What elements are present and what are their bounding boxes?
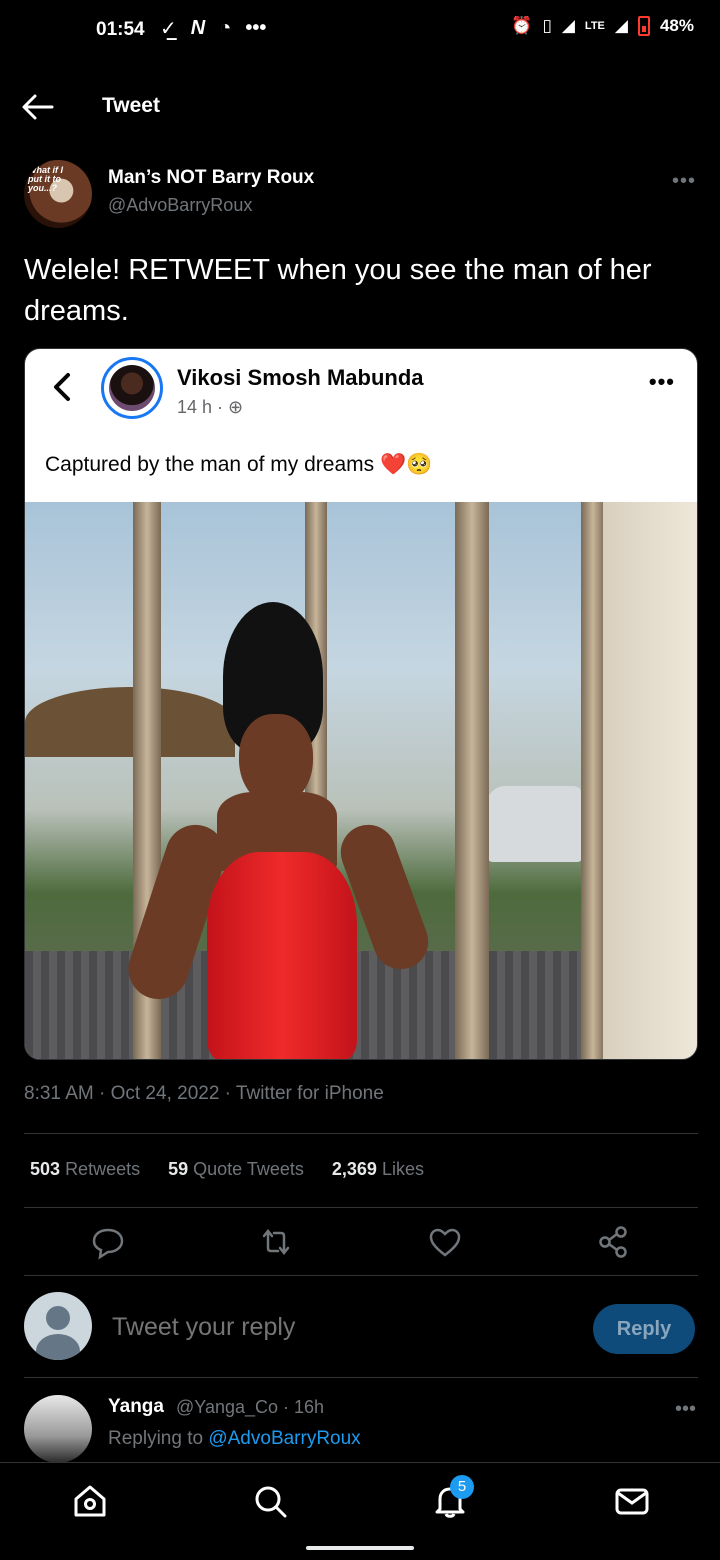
- card-avatar: [101, 357, 163, 419]
- status-time: 01:54: [96, 19, 145, 40]
- status-notification-icons: ✓̲ N ◔ •••: [160, 16, 266, 41]
- white-wall: [603, 502, 697, 1059]
- lte-label: LTE: [584, 20, 605, 32]
- signal-icon-2: ◢: [614, 16, 628, 35]
- reply-author-handle: @Yanga_Co · 16h: [176, 1397, 325, 1417]
- heart-pleading-emoji: ❤️🥺: [380, 453, 433, 476]
- door-frame: [581, 502, 605, 1059]
- divider: [24, 1275, 698, 1276]
- more-dots-icon: •••: [245, 17, 267, 39]
- notifications-badge: 5: [450, 1475, 474, 1499]
- vibrate-icon: ▯: [542, 16, 552, 35]
- tweet-timestamp: 8:31 AM · Oct 24, 2022 · Twitter for iPh…: [24, 1083, 384, 1104]
- globe-icon: ⊕: [228, 397, 244, 417]
- replying-to-handle[interactable]: @AdvoBarryRoux: [208, 1428, 360, 1449]
- battery-icon: [637, 16, 650, 36]
- likes-stat[interactable]: 2,369 Likes: [332, 1159, 424, 1180]
- search-icon[interactable]: [250, 1481, 290, 1521]
- reply-button[interactable]: Reply: [593, 1304, 695, 1354]
- reply-author-name[interactable]: Yanga: [108, 1396, 164, 1418]
- more-options-icon[interactable]: •••: [672, 170, 696, 193]
- car: [487, 786, 583, 862]
- card-more-icon: •••: [648, 369, 675, 394]
- messages-icon[interactable]: [612, 1481, 652, 1521]
- tweet-actions: [0, 1222, 720, 1262]
- card-author-name: Vikosi Smosh Mabunda: [177, 365, 424, 390]
- divider: [24, 1133, 698, 1134]
- reply-input[interactable]: [112, 1313, 552, 1342]
- check-icon: ✓̲: [160, 18, 177, 40]
- author-avatar[interactable]: What if I put it to you...?: [24, 160, 92, 228]
- author-handle[interactable]: @AdvoBarryRoux: [108, 195, 252, 216]
- chat-icon: ◔: [219, 17, 232, 39]
- tweet-text: Welele! RETWEET when you see the man of …: [24, 254, 652, 327]
- retweets-stat[interactable]: 503 Retweets: [30, 1159, 140, 1180]
- replying-prefix: Replying to: [108, 1428, 204, 1449]
- avatar-caption: What if I put it to you...?: [28, 165, 63, 193]
- page-title: Tweet: [102, 94, 160, 117]
- reply-icon[interactable]: [88, 1222, 128, 1262]
- retweet-icon[interactable]: [256, 1222, 296, 1262]
- status-system-icons: ⏰ ▯ ◢ LTE ◢ 48%: [511, 16, 694, 36]
- battery-percent: 48%: [659, 16, 694, 35]
- woman-in-red-dress: [120, 602, 436, 1059]
- embedded-screenshot-card[interactable]: Vikosi Smosh Mabunda 14 h · ⊕ ••• Captur…: [24, 348, 698, 1060]
- card-back-icon: [54, 373, 70, 401]
- home-indicator[interactable]: [306, 1546, 414, 1550]
- reply-more-icon[interactable]: •••: [675, 1398, 696, 1421]
- author-name[interactable]: Man’s NOT Barry Roux: [108, 167, 314, 189]
- replying-to: Replying to @AdvoBarryRoux: [108, 1428, 361, 1450]
- n-icon: N: [190, 17, 206, 39]
- share-icon[interactable]: [593, 1222, 633, 1262]
- alarm-icon: ⏰: [511, 16, 533, 35]
- back-arrow-icon[interactable]: [20, 92, 54, 122]
- divider: [24, 1377, 698, 1378]
- quotes-stat[interactable]: 59 Quote Tweets: [168, 1159, 304, 1180]
- divider: [24, 1207, 698, 1208]
- card-caption: Captured by the man of my dreams ❤️🥺: [45, 453, 432, 477]
- top-header: Tweet: [0, 80, 720, 134]
- home-icon[interactable]: [70, 1481, 110, 1521]
- like-icon[interactable]: [425, 1222, 465, 1262]
- card-post-time: 14 h · ⊕: [177, 397, 243, 418]
- door-frame: [455, 502, 489, 1059]
- user-avatar: [24, 1292, 92, 1360]
- card-caption-text: Captured by the man of my dreams: [45, 453, 375, 476]
- author-name-text: Man’s NOT Barry Roux: [108, 167, 315, 188]
- post-photo: [25, 502, 697, 1059]
- status-bar: 01:54 ✓̲ N ◔ ••• ⏰ ▯ ◢ LTE ◢ 48%: [0, 0, 720, 60]
- tweet-stats: 503 Retweets 59 Quote Tweets 2,369 Likes: [30, 1159, 424, 1180]
- reply-author-avatar[interactable]: [24, 1395, 92, 1463]
- card-time-text: 14 h ·: [177, 397, 224, 417]
- signal-icon: ◢: [561, 16, 575, 35]
